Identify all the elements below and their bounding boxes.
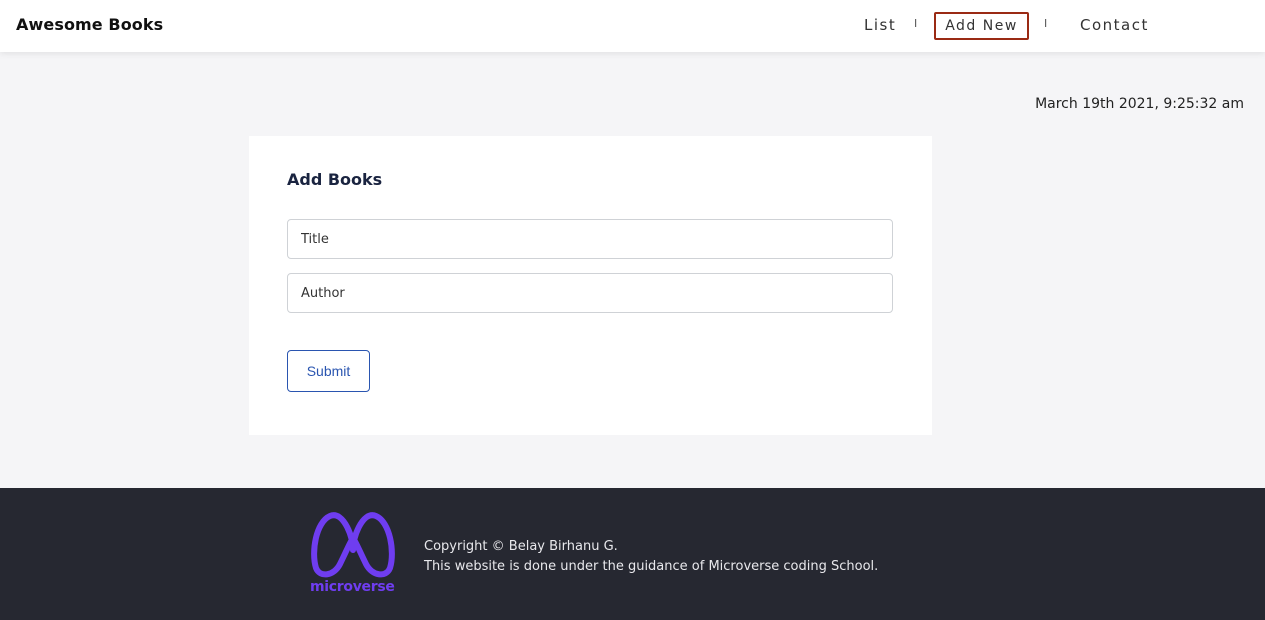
footer-text-block: Copyright © Belay Birhanu G. This websit… [424,537,878,577]
nav-separator: I [914,17,918,30]
credit-text: This website is done under the guidance … [424,559,879,574]
site-header: Awesome Books List I Add New I Contact [0,0,1265,52]
title-input[interactable] [287,219,893,259]
nav-link-add-new[interactable]: Add New [934,12,1029,40]
microverse-logo: microverse [310,512,396,596]
nav-link-contact[interactable]: Contact [1080,16,1149,34]
microverse-logo-icon [311,512,395,578]
add-book-card: Add Books Submit [249,136,932,435]
current-datetime: March 19th 2021, 9:25:32 am [1035,96,1244,112]
nav-separator: I [1044,17,1048,30]
site-footer: microverse Copyright © Belay Birhanu G. … [0,488,1265,620]
copyright-text: Copyright © Belay Birhanu G. [424,539,618,554]
nav-link-list[interactable]: List [864,16,896,34]
form-heading: Add Books [287,170,383,189]
logo-wordmark: microverse [310,579,395,595]
main-nav: List I Add New I Contact [0,0,1265,52]
author-input[interactable] [287,273,893,313]
submit-button[interactable]: Submit [287,350,370,392]
